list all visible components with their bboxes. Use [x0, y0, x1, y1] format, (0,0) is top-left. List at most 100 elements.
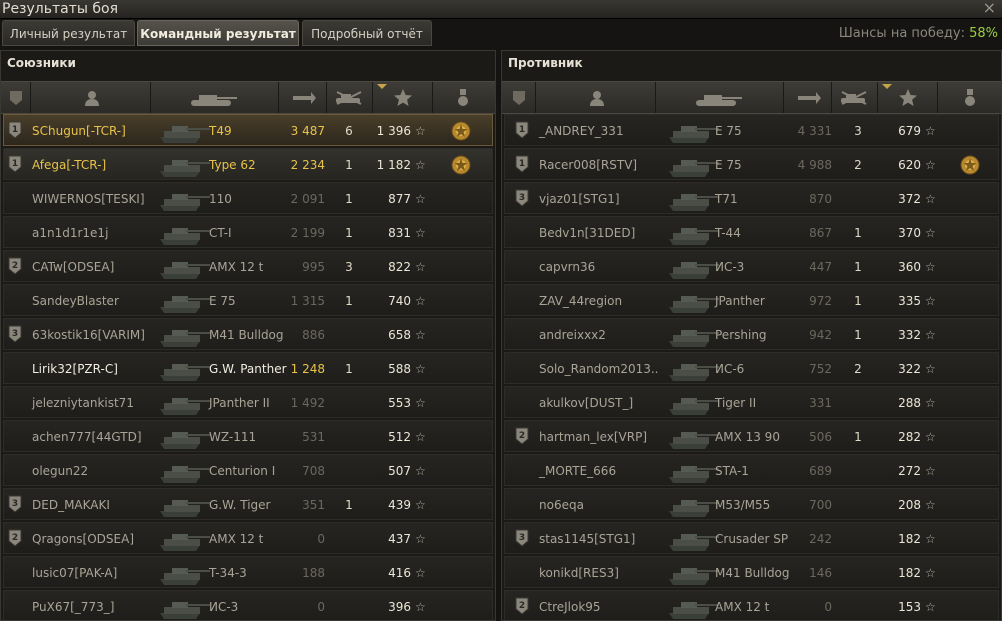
kills-value: 1	[345, 294, 353, 308]
player-row[interactable]: 3 DED_MAKAKI G.W. Tiger 351 1 439 ☆	[3, 488, 493, 520]
tank-name: WZ-111	[209, 430, 257, 444]
xp-value: 740	[388, 294, 411, 308]
tank-column-header[interactable]	[151, 82, 279, 113]
xp-star-icon: ☆	[925, 600, 936, 614]
close-icon[interactable]: ×	[983, 0, 996, 17]
damage-value: 447	[809, 260, 832, 274]
player-name: konikd[RES3]	[539, 566, 619, 580]
player-row[interactable]: 1 SChugun[-TCR-] T49 3 487 6 1 396 ☆	[3, 114, 493, 146]
xp-star-icon: ☆	[415, 328, 426, 342]
xp-star-icon	[394, 89, 412, 106]
rank-badge-icon: 1	[515, 155, 529, 173]
svg-text:3: 3	[12, 499, 18, 509]
kills-column-header[interactable]	[327, 82, 373, 113]
player-row[interactable]: 3 vjaz01[STG1] T71 870 372 ☆	[504, 182, 999, 214]
tank-image	[665, 525, 721, 553]
player-row[interactable]: 1 Racer008[RSTV] E 75 4 988 2 620 ☆	[504, 148, 999, 180]
damage-value: 752	[809, 362, 832, 376]
tank-name: Type 62	[209, 158, 256, 172]
medal-icon	[451, 121, 471, 141]
tank-name: Pershing	[715, 328, 767, 342]
player-row[interactable]: 2 hartman_lex[VRP] AMX 13 90 506 1 282 ☆	[504, 420, 999, 452]
medal-column-header[interactable]	[433, 82, 495, 113]
player-icon	[590, 91, 604, 106]
xp-value: 658	[388, 328, 411, 342]
player-column-header[interactable]	[31, 82, 151, 113]
damage-column-header[interactable]	[279, 82, 327, 113]
player-row[interactable]: no6eqa M53/M55 700 208 ☆	[504, 488, 999, 520]
svg-text:1: 1	[519, 159, 525, 169]
tank-name: CT-I	[209, 226, 232, 240]
tank-column-header[interactable]	[656, 82, 784, 113]
win-chance-label: Шансы на победу:	[838, 26, 965, 41]
player-row[interactable]: olegun22 Centurion I 708 507 ☆	[3, 454, 493, 486]
player-row[interactable]: 3 63kostik16[VARIM] M41 Bulldog 886 658 ☆	[3, 318, 493, 350]
player-row[interactable]: SandeyBlaster E 75 1 315 1 740 ☆	[3, 284, 493, 316]
rank-column-header[interactable]	[502, 82, 536, 113]
player-row[interactable]: achen777[44GTD] WZ-111 531 512 ☆	[3, 420, 493, 452]
rank-badge-icon: 2	[8, 257, 22, 275]
damage-value: 700	[809, 498, 832, 512]
damage-value: 1 492	[290, 396, 325, 410]
rank-column-header[interactable]	[1, 82, 31, 113]
player-row[interactable]: konikd[RES3] M41 Bulldog 146 182 ☆	[504, 556, 999, 588]
player-row[interactable]: _MORTE_666 STA-1 689 272 ☆	[504, 454, 999, 486]
kills-column-header[interactable]	[832, 82, 878, 113]
player-name: _MORTE_666	[539, 464, 617, 478]
player-row[interactable]: jelezniytankist71 JPanther II 1 492 553 ☆	[3, 386, 493, 418]
damage-value: 0	[317, 600, 325, 614]
tab-team-result[interactable]: Командный результат	[137, 20, 299, 46]
tank-name: ИС-6	[715, 362, 745, 376]
player-row[interactable]: ZAV_44region JPanther 972 1 335 ☆	[504, 284, 999, 316]
damage-value: 331	[809, 396, 832, 410]
damage-value: 995	[302, 260, 325, 274]
xp-star-icon: ☆	[925, 294, 936, 308]
player-row[interactable]: akulkov[DUST_] Tiger II 331 288 ☆	[504, 386, 999, 418]
player-name: andreixxx2	[539, 328, 606, 342]
player-name: _ANDREY_331	[539, 124, 624, 138]
tab-detailed-report[interactable]: Подробный отчёт	[302, 20, 432, 46]
player-row[interactable]: 3 stas1145[STG1] Crusader SP 242 182 ☆	[504, 522, 999, 554]
kills-value: 2	[854, 362, 862, 376]
tank-name: T49	[209, 124, 232, 138]
player-name: vjaz01[STG1]	[539, 192, 620, 206]
player-row[interactable]: PuX67[_773_] ИС-3 0 396 ☆	[3, 590, 493, 620]
player-row[interactable]: Lirik32[PZR-C] G.W. Panther 1 248 1 588 ☆	[3, 352, 493, 384]
medal-column-header[interactable]	[938, 82, 1001, 113]
player-name: PuX67[_773_]	[32, 600, 115, 614]
damage-column-header[interactable]	[784, 82, 832, 113]
player-row[interactable]: Solo_Random2013.. ИС-6 752 2 322 ☆	[504, 352, 999, 384]
damage-value: 689	[809, 464, 832, 478]
xp-column-header[interactable]	[878, 82, 938, 113]
damage-icon	[798, 92, 821, 104]
player-row[interactable]: 2 CtreJlok95 AMX 12 t 0 153 ☆	[504, 590, 999, 620]
player-row[interactable]: 1 Afega[-TCR-] Type 62 2 234 1 1 182 ☆	[3, 148, 493, 180]
player-name: hartman_lex[VRP]	[539, 430, 647, 444]
damage-value: 1 315	[290, 294, 325, 308]
svg-text:2: 2	[519, 431, 525, 441]
xp-value: 370	[898, 226, 921, 240]
allies-title: Союзники	[7, 56, 76, 70]
player-column-header[interactable]	[536, 82, 656, 113]
player-row[interactable]: andreixxx2 Pershing 942 1 332 ☆	[504, 318, 999, 350]
tank-image	[156, 355, 212, 383]
player-row[interactable]: Bedv1n[31DED] T-44 867 1 370 ☆	[504, 216, 999, 248]
tab-personal-result[interactable]: Личный результат	[2, 20, 135, 46]
xp-column-header[interactable]	[373, 82, 433, 113]
player-row[interactable]: 2 CATw[ODSEA] AMX 12 t 995 3 822 ☆	[3, 250, 493, 282]
kills-value: 2	[854, 158, 862, 172]
tank-image	[156, 185, 212, 213]
player-row[interactable]: a1n1d1r1e1j CT-I 2 199 1 831 ☆	[3, 216, 493, 248]
player-row[interactable]: capvrn36 ИС-3 447 1 360 ☆	[504, 250, 999, 282]
damage-value: 708	[302, 464, 325, 478]
player-row[interactable]: WIWERNOS[TESKI] 110 2 091 1 877 ☆	[3, 182, 493, 214]
tank-icon	[696, 95, 742, 106]
xp-value: 1 182	[376, 158, 411, 172]
xp-star-icon: ☆	[415, 498, 426, 512]
rank-badge-icon: 1	[8, 121, 22, 139]
player-row[interactable]: 1 _ANDREY_331 E 75 4 331 3 679 ☆	[504, 114, 999, 146]
player-row[interactable]: lusic07[PAK-A] T-34-3 188 416 ☆	[3, 556, 493, 588]
player-row[interactable]: 2 Qragons[ODSEA] AMX 12 t 0 437 ☆	[3, 522, 493, 554]
tank-image	[156, 559, 212, 587]
xp-value: 1 396	[376, 124, 411, 138]
